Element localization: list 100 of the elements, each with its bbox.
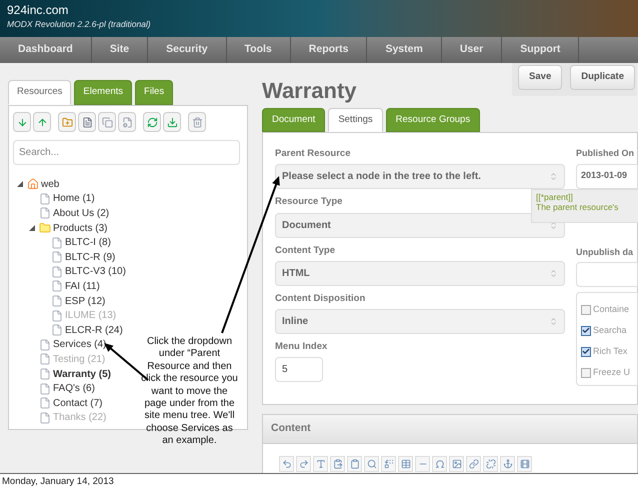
page-icon — [51, 280, 63, 292]
checkbox[interactable] — [581, 346, 591, 356]
editor-tool-button[interactable] — [483, 456, 498, 472]
action-button[interactable]: Duplicate — [570, 65, 635, 90]
undo-icon — [282, 459, 292, 469]
clipboard-icon — [350, 459, 360, 469]
select-field[interactable]: Document — [275, 212, 565, 238]
panel-tab[interactable]: Files — [135, 80, 174, 105]
field-label: Content Disposition — [275, 292, 366, 306]
tree-item[interactable]: ELCR-R (24) — [65, 322, 123, 338]
checkbox-label: Searcha — [593, 324, 627, 337]
tree-tool-button[interactable] — [33, 112, 51, 132]
check-icon — [582, 347, 590, 356]
check-icon — [582, 326, 590, 335]
tree-tool-button[interactable] — [78, 112, 96, 132]
tree-tool-button[interactable] — [143, 112, 161, 132]
checkbox-label: Freeze U — [593, 366, 630, 379]
expand-toggle-icon[interactable] — [17, 181, 23, 188]
checkbox[interactable] — [581, 368, 591, 378]
editor-tool-button[interactable] — [432, 456, 447, 472]
section-tab[interactable]: Settings — [328, 108, 383, 132]
tree-item[interactable]: BLTC-V3 (10) — [65, 264, 126, 280]
checkbox[interactable] — [581, 304, 591, 314]
page-icon — [39, 207, 51, 220]
tree-tool-button[interactable] — [13, 112, 31, 132]
tree-tool-button[interactable] — [118, 112, 136, 132]
date-field[interactable]: 2013-01-09 — [576, 164, 638, 188]
tree-item[interactable]: ESP (12) — [65, 294, 106, 309]
page-title: Warranty — [262, 77, 357, 105]
page-icon — [39, 382, 51, 395]
tree-tool-button[interactable] — [188, 112, 206, 132]
tree-item[interactable]: Services (4) — [53, 337, 106, 352]
image-icon — [452, 459, 462, 469]
field-label: Unpublish da — [576, 246, 634, 259]
refresh-icon — [146, 116, 158, 128]
tree-item[interactable]: About Us (2) — [53, 206, 110, 221]
text-field[interactable]: 5 — [275, 357, 323, 382]
search-field[interactable]: Search... — [13, 140, 240, 165]
checkbox[interactable] — [581, 326, 591, 336]
house-icon — [27, 178, 39, 190]
updown-icon — [549, 172, 558, 182]
tooltip-text: The parent resource's — [536, 202, 620, 212]
page-icon — [39, 338, 51, 351]
tree-item[interactable]: Contact (7) — [53, 396, 102, 411]
editor-tool-button[interactable] — [347, 456, 362, 472]
editor-tool-button[interactable] — [330, 456, 345, 472]
editor-tool-button[interactable] — [415, 456, 430, 472]
tooltip-tag: [[*parent]] — [536, 192, 634, 202]
expand-toggle-icon[interactable] — [29, 225, 35, 232]
checkbox-label: Rich Tex — [593, 344, 628, 358]
updown-icon — [549, 268, 558, 278]
tree-tool-button[interactable] — [163, 112, 181, 132]
paste-icon — [332, 459, 342, 469]
page-icon — [51, 295, 63, 308]
tree-item[interactable]: BLTC-R (9) — [65, 250, 116, 265]
redo-icon — [298, 459, 308, 469]
field-label: Parent Resource — [275, 147, 351, 161]
field-label: Published On — [576, 147, 636, 160]
editor-tool-button[interactable] — [364, 456, 379, 472]
editor-tool-button[interactable] — [449, 456, 464, 472]
editor-tool-button[interactable] — [313, 456, 328, 472]
page-icon — [51, 310, 63, 322]
editor-tool-button[interactable] — [500, 456, 515, 472]
tree-item[interactable]: Warranty (5) — [53, 366, 111, 382]
link-icon — [468, 459, 478, 469]
tree-item[interactable]: FAQ's (6) — [53, 381, 95, 396]
tree-tool-button[interactable] — [58, 112, 76, 132]
editor-tool-button[interactable] — [517, 456, 532, 472]
action-button[interactable]: Save — [518, 65, 562, 90]
tree-item[interactable]: web — [41, 176, 60, 192]
page-icon — [51, 251, 63, 264]
document-icon — [82, 116, 92, 128]
field-label: Menu Index — [275, 340, 328, 354]
panel-tab[interactable]: Elements — [74, 80, 132, 105]
section-tab[interactable]: Resource Groups — [386, 108, 480, 132]
tree-item[interactable]: Home (1) — [53, 191, 95, 206]
editor-tool-button[interactable] — [381, 456, 396, 472]
tree-item[interactable]: BLTC-I (8) — [65, 235, 111, 250]
editor-tool-button[interactable] — [279, 456, 294, 472]
date-field[interactable] — [576, 262, 638, 287]
checkbox-label: Containe — [593, 302, 630, 316]
editor-tool-button[interactable] — [296, 456, 311, 472]
editor-tool-button[interactable] — [466, 456, 481, 472]
page-icon — [51, 266, 63, 278]
film-icon — [520, 459, 530, 469]
tree-item[interactable]: FAI (11) — [65, 278, 100, 294]
section-tab[interactable]: Document — [262, 108, 326, 132]
page-icon — [39, 192, 51, 205]
select-field[interactable]: Inline — [275, 309, 565, 334]
editor-tool-button[interactable] — [398, 456, 413, 472]
copy-icon — [102, 116, 112, 128]
section-title: Content — [271, 421, 311, 436]
download-icon — [166, 116, 178, 128]
panel-tab[interactable]: Resources — [8, 80, 72, 105]
omega-icon — [434, 459, 444, 469]
select-field[interactable]: HTML — [275, 260, 565, 286]
tree-tool-button[interactable] — [98, 112, 116, 132]
select-field[interactable]: Please select a node in the tree to the left. — [275, 164, 565, 190]
tree-item[interactable]: Products (3) — [53, 220, 108, 236]
updown-icon — [549, 317, 558, 326]
